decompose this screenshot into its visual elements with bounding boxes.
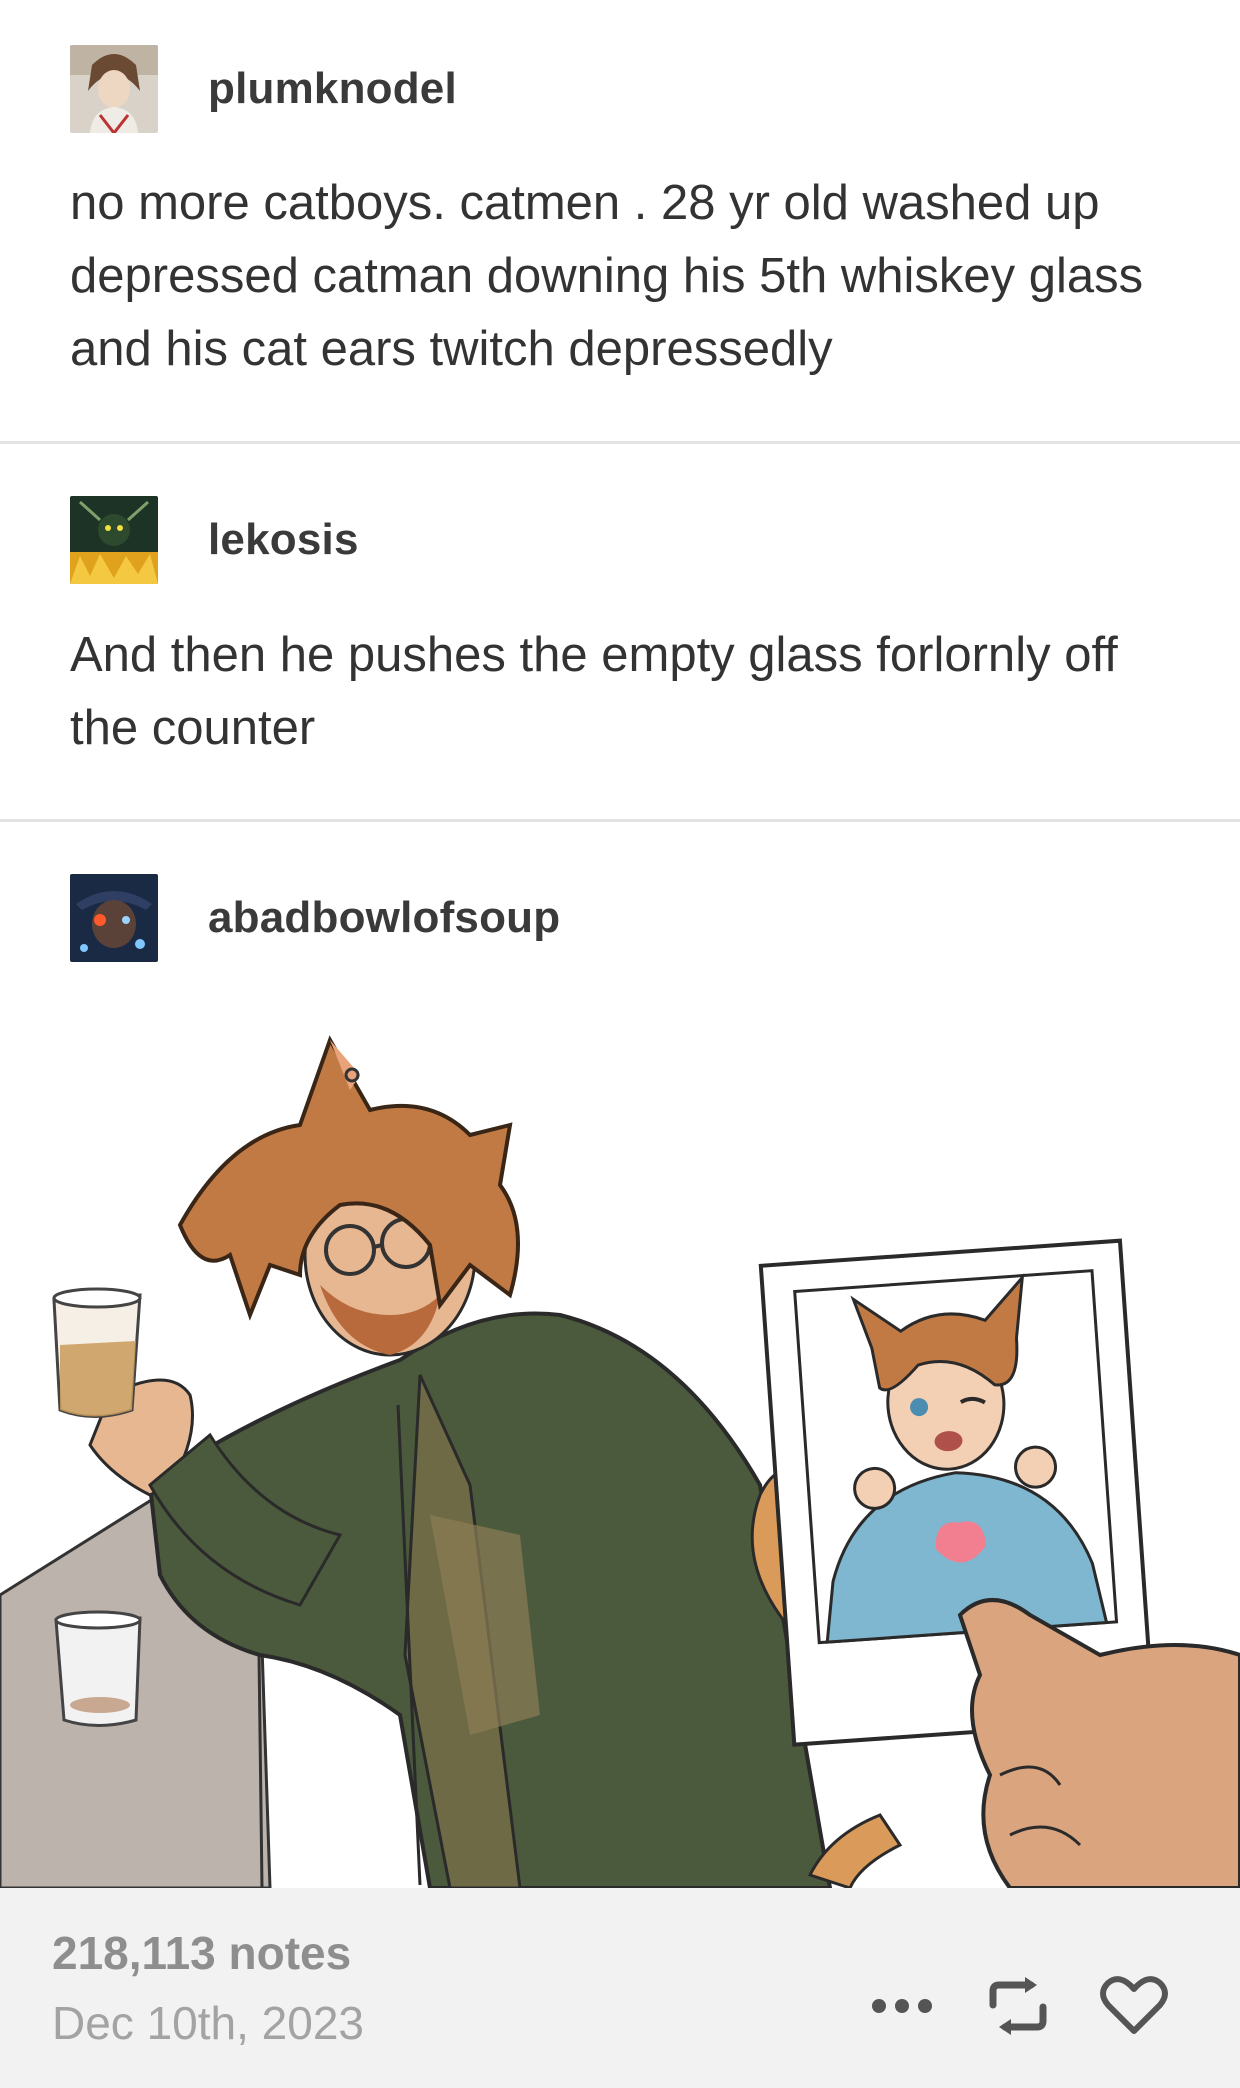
username[interactable]: lekosis	[208, 515, 359, 565]
divider	[0, 441, 1240, 444]
post-footer: 218,113 notes Dec 10th, 2023	[0, 1888, 1240, 2088]
post-image[interactable]	[0, 1015, 1240, 1890]
post-text: no more catboys. catmen . 28 yr old wash…	[70, 176, 1144, 376]
username[interactable]: plumknodel	[208, 64, 457, 114]
notes-count[interactable]: 218,113 notes	[52, 1926, 351, 1980]
post-header: plumknodel	[70, 45, 457, 133]
post-header: abadbowlofsoup	[70, 874, 560, 962]
divider	[0, 819, 1240, 822]
avatar[interactable]	[70, 874, 158, 962]
post-actions	[866, 1970, 1170, 2042]
username[interactable]: abadbowlofsoup	[208, 893, 560, 943]
more-icon[interactable]	[866, 1970, 938, 2042]
heart-icon[interactable]	[1098, 1970, 1170, 2042]
avatar[interactable]	[70, 45, 158, 133]
post-date: Dec 10th, 2023	[52, 1997, 365, 2049]
post-header: lekosis	[70, 496, 359, 584]
post-text: And then he pushes the empty glass forlo…	[70, 628, 1118, 755]
reblog-icon[interactable]	[982, 1970, 1054, 2042]
avatar[interactable]	[70, 496, 158, 584]
